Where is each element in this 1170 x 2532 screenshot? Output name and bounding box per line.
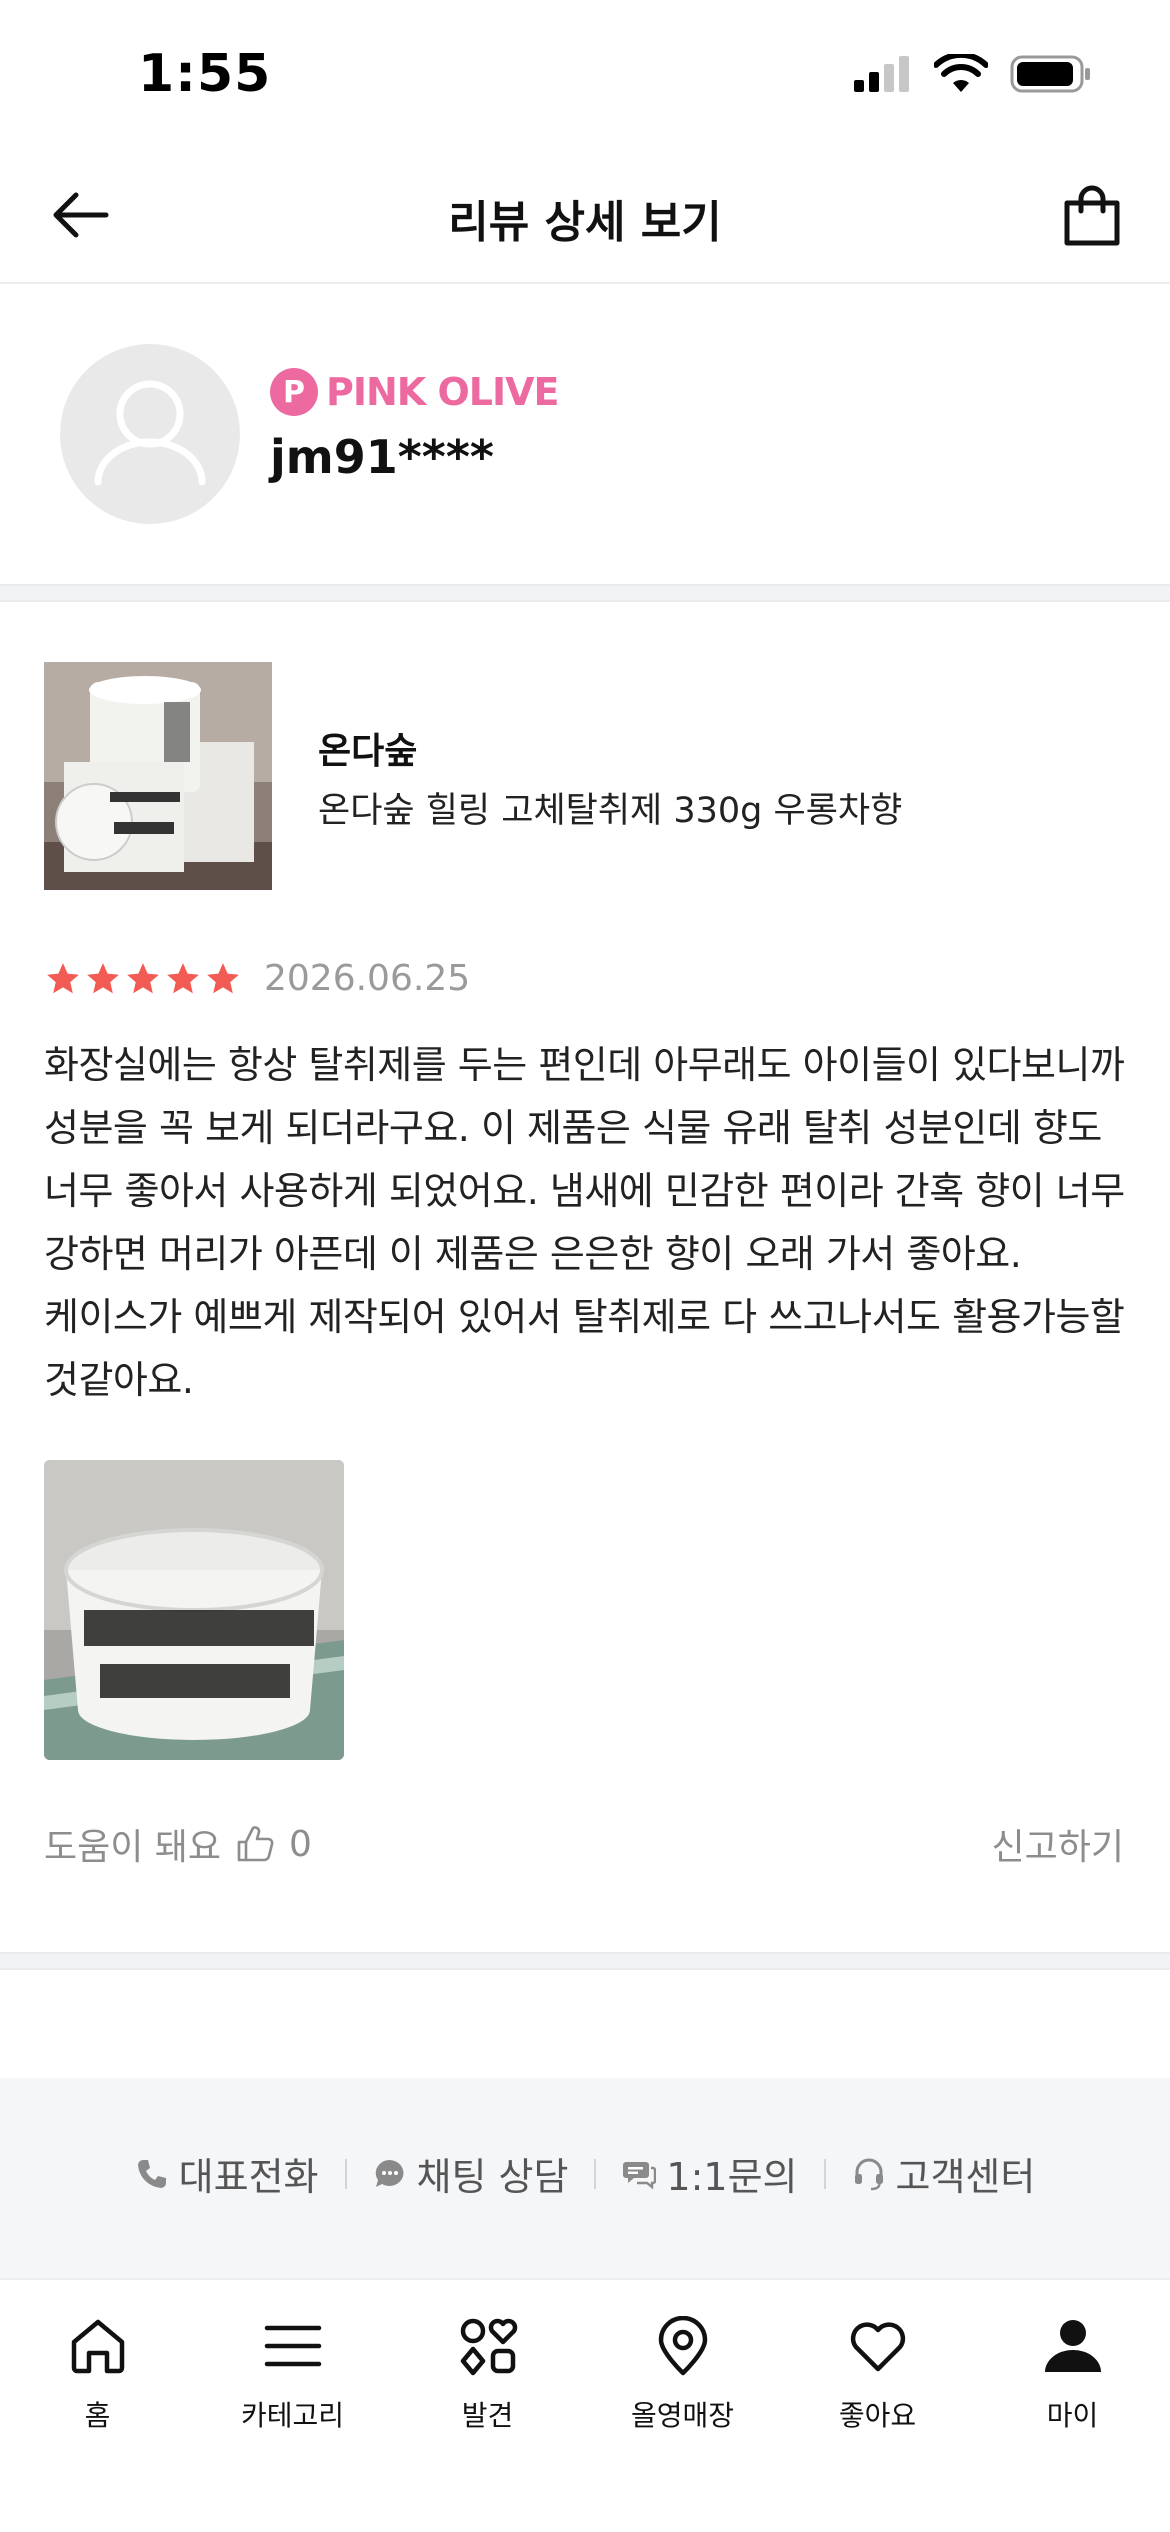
review-date: 2026.06.25 xyxy=(264,958,471,999)
status-icons xyxy=(854,54,1092,94)
contact-links: 대표전화 채팅 상담 1:1문의 고객센터 xyxy=(0,2146,1170,2201)
thumbs-up-icon xyxy=(237,1826,274,1862)
separator xyxy=(344,2158,347,2189)
helpful-label: 도움이 돼요 xyxy=(44,1827,222,1868)
status-time: 1:55 xyxy=(138,44,272,104)
reviewer-profile: P PINK OLIVE jm91**** xyxy=(0,284,1170,586)
customer-service-label: 고객센터 xyxy=(895,2155,1036,2199)
nav-store[interactable]: 올영매장 xyxy=(585,2280,780,2432)
nav-discover[interactable]: 발견 xyxy=(390,2280,585,2432)
member-grade: P PINK OLIVE xyxy=(270,368,559,416)
section-divider xyxy=(0,584,1170,602)
nav-discover-label: 발견 xyxy=(461,2399,514,2432)
chat-link[interactable]: 채팅 상담 xyxy=(373,2146,569,2201)
nav-my-label: 마이 xyxy=(1046,2399,1099,2432)
customer-service-link[interactable]: 고객센터 xyxy=(852,2146,1036,2201)
nav-my[interactable]: 마이 xyxy=(975,2280,1170,2432)
grade-label: PINK OLIVE xyxy=(326,370,559,414)
nav-store-label: 올영매장 xyxy=(630,2399,735,2432)
phone-label: 대표전화 xyxy=(178,2155,319,2199)
cellular-signal-icon xyxy=(854,56,909,92)
username: jm91**** xyxy=(270,430,494,484)
shopping-bag-icon xyxy=(1064,185,1120,246)
review-image xyxy=(44,1460,344,1760)
page-title: 리뷰 상세 보기 xyxy=(448,197,722,248)
phone-icon xyxy=(137,2159,166,2188)
section-divider xyxy=(0,1952,1170,1970)
nav-likes-label: 좋아요 xyxy=(838,2399,917,2432)
message-icon xyxy=(623,2161,657,2189)
star-icon xyxy=(207,963,239,994)
nav-category[interactable]: 카테고리 xyxy=(195,2280,390,2432)
report-button[interactable]: 신고하기 xyxy=(992,1818,1124,1870)
inquiry-label: 1:1문의 xyxy=(666,2155,798,2199)
avatar xyxy=(60,344,240,524)
headset-icon xyxy=(854,2158,883,2190)
star-icon xyxy=(87,963,119,994)
chat-bubble-icon xyxy=(375,2159,403,2187)
status-bar: 1:55 xyxy=(0,0,1170,150)
star-icon xyxy=(47,963,79,994)
battery-icon xyxy=(1010,55,1090,93)
heart-icon xyxy=(850,2322,905,2372)
nav-category-label: 카테고리 xyxy=(240,2399,345,2432)
nav-home-label: 홈 xyxy=(84,2399,111,2432)
review-body: 화장실에는 항상 탈취제를 두는 편인데 아무래도 아이들이 있다보니까 성분을… xyxy=(44,1043,1125,1402)
inquiry-link[interactable]: 1:1문의 xyxy=(622,2146,798,2201)
shopping-bag-button[interactable] xyxy=(1052,178,1132,254)
header: 리뷰 상세 보기 xyxy=(0,150,1170,284)
product-thumbnail[interactable] xyxy=(44,662,272,890)
default-avatar-icon xyxy=(94,380,206,486)
grade-badge: P xyxy=(270,368,318,416)
discover-icon xyxy=(460,2318,517,2376)
home-icon xyxy=(71,2319,124,2374)
helpful-count: 0 xyxy=(289,1823,312,1865)
person-icon xyxy=(1044,2320,1101,2372)
bottom-navigation: 홈 카테고리 발견 올영매장 좋아요 마이 xyxy=(0,2278,1170,2532)
menu-icon xyxy=(264,2325,321,2367)
product-name[interactable]: 온다숲 힐링 고체탈취제 330g 우롱차향 xyxy=(318,782,902,833)
star-rating xyxy=(44,960,242,998)
location-pin-icon xyxy=(658,2316,707,2376)
phone-link[interactable]: 대표전화 xyxy=(135,2146,319,2201)
helpful-button[interactable]: 도움이 돼요 0 xyxy=(44,1818,312,1870)
nav-likes[interactable]: 좋아요 xyxy=(780,2280,975,2432)
star-icon xyxy=(127,963,159,994)
customer-contact-bar: 대표전화 채팅 상담 1:1문의 고객센터 xyxy=(0,2078,1170,2278)
separator xyxy=(823,2158,826,2189)
wifi-icon xyxy=(934,54,988,92)
nav-home[interactable]: 홈 xyxy=(0,2280,195,2432)
product-brand[interactable]: 온다숲 xyxy=(318,722,417,774)
chat-label: 채팅 상담 xyxy=(416,2155,569,2199)
star-icon xyxy=(167,963,199,994)
product-image xyxy=(44,662,272,890)
separator xyxy=(594,2158,597,2189)
review-photo[interactable] xyxy=(44,1460,344,1760)
